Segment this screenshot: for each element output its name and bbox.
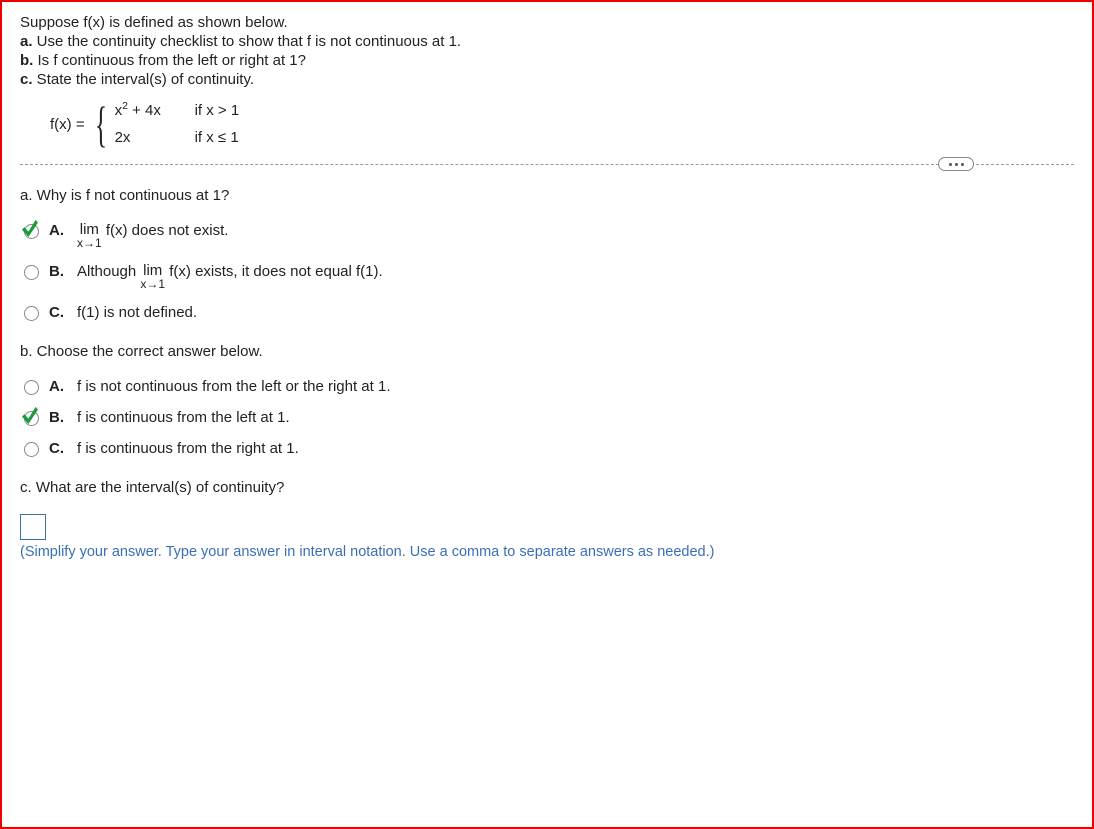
part-a-options: A. lim x→1 f(x) does not exist. B. Altho… bbox=[24, 222, 1074, 321]
part-a-option-c[interactable]: C. f(1) is not defined. bbox=[24, 304, 1074, 321]
part-a-bold: a. bbox=[20, 187, 33, 204]
interval-input[interactable] bbox=[20, 514, 46, 540]
opt-text: f is not continuous from the left or the… bbox=[77, 378, 391, 395]
func-label: f(x) = bbox=[50, 116, 85, 133]
case-2-expr: 2x bbox=[115, 129, 185, 146]
part-b-bold: b. bbox=[20, 343, 33, 360]
radio-a-c[interactable] bbox=[24, 306, 39, 321]
opt-letter: B. bbox=[49, 263, 67, 280]
radio-b-b[interactable] bbox=[24, 411, 39, 426]
radio-a-b[interactable] bbox=[24, 265, 39, 280]
opt-text: f is continuous from the left at 1. bbox=[77, 409, 290, 426]
intro-a-text: Use the continuity checklist to show tha… bbox=[33, 33, 462, 50]
more-options-button[interactable] bbox=[938, 157, 974, 171]
part-c-prompt: c. What are the interval(s) of continuit… bbox=[20, 479, 1074, 496]
part-a-option-a[interactable]: A. lim x→1 f(x) does not exist. bbox=[24, 222, 1074, 249]
intro-b-text: Is f continuous from the left or right a… bbox=[33, 52, 306, 69]
case-1: x2 + 4x if x > 1 bbox=[115, 102, 240, 119]
intro-c-text: State the interval(s) of continuity. bbox=[33, 71, 255, 88]
part-b-text: Choose the correct answer below. bbox=[33, 343, 263, 360]
bold-b: b. bbox=[20, 52, 33, 69]
intro-line-0: Suppose f(x) is defined as shown below. bbox=[20, 14, 1074, 31]
opt-text: Although lim x→1 f(x) exists, it does no… bbox=[77, 263, 383, 290]
radio-b-c[interactable] bbox=[24, 442, 39, 457]
opt-text: f is continuous from the right at 1. bbox=[77, 440, 299, 457]
part-a-prompt: a. Why is f not continuous at 1? bbox=[20, 187, 1074, 204]
part-a-option-b[interactable]: B. Although lim x→1 f(x) exists, it does… bbox=[24, 263, 1074, 290]
opt-text: f(1) is not defined. bbox=[77, 304, 197, 321]
divider-row bbox=[20, 164, 1074, 165]
divider bbox=[20, 164, 1074, 165]
lim-stack: lim x→1 bbox=[77, 222, 102, 249]
case-2-cond: if x ≤ 1 bbox=[195, 129, 239, 146]
bold-a: a. bbox=[20, 33, 33, 50]
bold-c: c. bbox=[20, 71, 33, 88]
question-panel: Suppose f(x) is defined as shown below. … bbox=[0, 0, 1094, 829]
opt-letter: C. bbox=[49, 440, 67, 457]
part-c-hint: (Simplify your answer. Type your answer … bbox=[20, 544, 1074, 560]
radio-a-a[interactable] bbox=[24, 224, 39, 239]
opt-text: lim x→1 f(x) does not exist. bbox=[77, 222, 228, 249]
part-b-option-c[interactable]: C. f is continuous from the right at 1. bbox=[24, 440, 1074, 457]
part-c-bold: c. bbox=[20, 479, 32, 496]
part-a-text: Why is f not continuous at 1? bbox=[33, 187, 230, 204]
case-1-cond: if x > 1 bbox=[195, 102, 240, 119]
lim-stack: lim x→1 bbox=[140, 263, 165, 290]
dot-icon bbox=[949, 163, 952, 166]
opt-letter: A. bbox=[49, 378, 67, 395]
intro-line-c: c. State the interval(s) of continuity. bbox=[20, 71, 1074, 88]
intro-line-b: b. Is f continuous from the left or righ… bbox=[20, 52, 1074, 69]
intro-block: Suppose f(x) is defined as shown below. … bbox=[20, 14, 1074, 88]
part-b-option-a[interactable]: A. f is not continuous from the left or … bbox=[24, 378, 1074, 395]
opt-letter: B. bbox=[49, 409, 67, 426]
brace-icon: { bbox=[95, 102, 107, 146]
opt-letter: C. bbox=[49, 304, 67, 321]
part-c-text: What are the interval(s) of continuity? bbox=[32, 479, 285, 496]
part-b-prompt: b. Choose the correct answer below. bbox=[20, 343, 1074, 360]
opt-letter: A. bbox=[49, 222, 67, 239]
case-2: 2x if x ≤ 1 bbox=[115, 129, 240, 146]
piecewise-cases: x2 + 4x if x > 1 2x if x ≤ 1 bbox=[115, 102, 240, 146]
dot-icon bbox=[955, 163, 958, 166]
part-b-options: A. f is not continuous from the left or … bbox=[24, 378, 1074, 457]
part-b-option-b[interactable]: B. f is continuous from the left at 1. bbox=[24, 409, 1074, 426]
dot-icon bbox=[961, 163, 964, 166]
function-definition: f(x) = { x2 + 4x if x > 1 2x if x ≤ 1 bbox=[50, 102, 1074, 146]
radio-b-a[interactable] bbox=[24, 380, 39, 395]
case-1-expr: x2 + 4x bbox=[115, 102, 185, 119]
intro-line-a: a. Use the continuity checklist to show … bbox=[20, 33, 1074, 50]
